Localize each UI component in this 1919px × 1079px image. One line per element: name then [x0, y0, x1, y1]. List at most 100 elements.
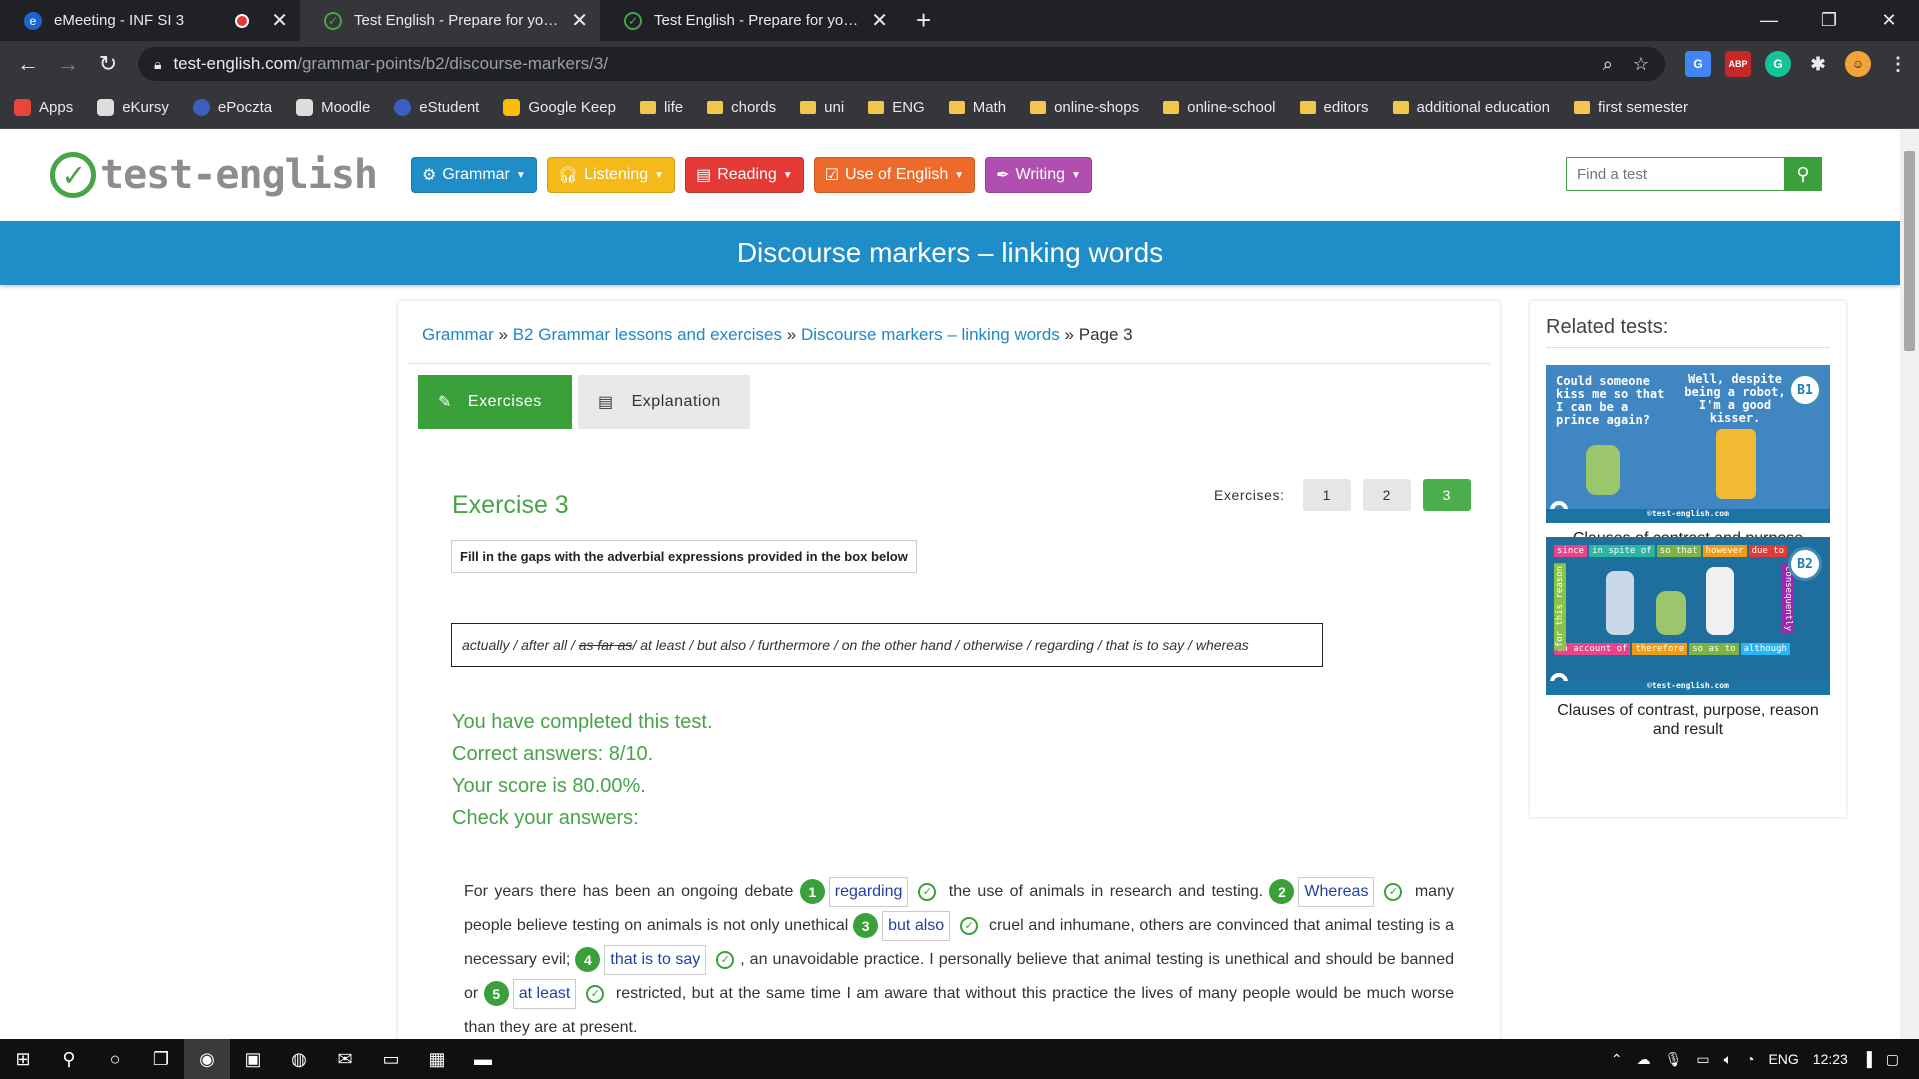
zoom-icon[interactable]: ⌕: [1603, 54, 1613, 75]
answer-field[interactable]: that is to say: [604, 945, 707, 975]
bookmark-estudent[interactable]: eStudent: [394, 99, 479, 116]
zoom-app-icon[interactable]: ▣: [230, 1039, 276, 1079]
related-test-card[interactable]: since in spite of so that however due to…: [1546, 537, 1830, 739]
used-word: as far as: [578, 637, 633, 653]
exercise-page-3[interactable]: 3: [1422, 479, 1471, 511]
bookmark-folder-chords[interactable]: chords: [707, 99, 776, 116]
breadcrumb-link-b2[interactable]: B2 Grammar lessons and exercises: [513, 325, 782, 344]
battery-icon[interactable]: ▭: [1696, 1051, 1709, 1068]
bookmark-epoczta[interactable]: ePoczta: [192, 99, 272, 116]
page-scrollbar[interactable]: [1900, 129, 1919, 1046]
main-menu: ⚙ Grammar ▼ 🎧︎ Listening ▼ ▤ Reading ▼ ☑ Use of…: [410, 157, 1092, 193]
emeeting-favicon-icon: e: [24, 11, 42, 30]
file-explorer-icon[interactable]: ▬: [460, 1039, 506, 1079]
site-logo[interactable]: ✓ test-english: [50, 152, 378, 198]
folder-icon: [868, 101, 885, 114]
chevron-up-icon[interactable]: ⌃: [1611, 1051, 1623, 1068]
related-test-thumbnail[interactable]: since in spite of so that however due to…: [1546, 537, 1830, 695]
reload-icon[interactable]: ↻: [88, 51, 128, 77]
bookmark-folder-uni[interactable]: uni: [800, 99, 844, 116]
answer-field[interactable]: regarding: [828, 877, 909, 907]
more-menu-icon[interactable]: ⋮: [1885, 51, 1911, 77]
system-tray: ⌃ ☁ 🎙︎ ▭ 🔈︎ ◔ ENG 12:23 ▐ ▢: [1611, 1051, 1919, 1068]
browser-tab-emeeting[interactable]: e eMeeting - INF SI 3 ✕: [0, 0, 300, 41]
tab-exercises[interactable]: ✎ Exercises: [418, 375, 572, 429]
bookmark-apps[interactable]: Apps: [14, 99, 73, 116]
close-tab-icon[interactable]: ✕: [271, 8, 288, 33]
search-button[interactable]: ⚲: [1784, 157, 1822, 191]
forward-icon[interactable]: →: [48, 51, 88, 77]
bookmark-moodle[interactable]: Moodle: [296, 99, 370, 116]
windows-start-icon[interactable]: ⊞: [0, 1039, 46, 1079]
answer-field[interactable]: at least: [512, 979, 577, 1009]
mail-icon[interactable]: ✉: [322, 1039, 368, 1079]
browser-tab-test-english[interactable]: ✓ Test English - Prepare for your Englis…: [600, 0, 900, 41]
menu-writing-button[interactable]: ✒ Writing ▼: [985, 157, 1092, 193]
menu-grammar-button[interactable]: ⚙ Grammar ▼: [410, 157, 537, 193]
exercise-page-2[interactable]: 2: [1362, 479, 1411, 511]
breadcrumb-link-grammar[interactable]: Grammar: [422, 325, 494, 344]
bookmark-folder-additional-education[interactable]: additional education: [1392, 99, 1550, 116]
exercise-passage: For years there has been an ongoing deba…: [464, 875, 1454, 1045]
bookmark-ekursy[interactable]: eKursy: [97, 99, 169, 116]
translate-icon[interactable]: G: [1685, 51, 1711, 77]
volume-icon[interactable]: 🔈︎: [1724, 1051, 1732, 1068]
bookmark-star-icon[interactable]: ☆: [1633, 54, 1649, 75]
chrome-icon[interactable]: ◉: [184, 1039, 230, 1079]
new-tab-button[interactable]: +: [900, 0, 947, 41]
bookmark-folder-life[interactable]: life: [639, 99, 683, 116]
site-icon: [192, 99, 210, 116]
search-icon[interactable]: ⚲: [46, 1039, 92, 1079]
cortana-icon[interactable]: ○: [92, 1039, 138, 1079]
notifications-icon[interactable]: ▢: [1886, 1051, 1899, 1068]
breadcrumb-link-discourse-markers[interactable]: Discourse markers – linking words: [801, 325, 1060, 344]
related-test-card[interactable]: Could someone kiss me so that I can be a…: [1546, 365, 1830, 548]
clock[interactable]: 12:23: [1813, 1051, 1848, 1067]
bookmark-folder-online-shops[interactable]: online-shops: [1030, 99, 1139, 116]
language-indicator[interactable]: ENG: [1768, 1051, 1798, 1067]
window-app-icon[interactable]: ▭: [368, 1039, 414, 1079]
restore-icon[interactable]: ❐: [1799, 0, 1859, 41]
bookmark-folder-eng[interactable]: ENG: [868, 99, 925, 116]
exercise-page-1[interactable]: 1: [1302, 479, 1351, 511]
bookmark-folder-editors[interactable]: editors: [1299, 99, 1369, 116]
microphone-icon[interactable]: 🎙︎: [1665, 1051, 1683, 1068]
answer-field[interactable]: Whereas: [1298, 877, 1375, 907]
lock-icon[interactable]: 🔒︎: [154, 56, 161, 73]
address-bar[interactable]: 🔒︎ test-english.com/grammar-points/b2/di…: [138, 47, 1665, 81]
wifi-icon[interactable]: ◔: [1746, 1051, 1754, 1067]
back-icon[interactable]: ←: [8, 51, 48, 77]
bookmark-folder-online-school[interactable]: online-school: [1163, 99, 1276, 116]
gap-number: 3: [853, 913, 879, 939]
answer-field[interactable]: but also: [882, 911, 951, 941]
bookmark-folder-math[interactable]: Math: [948, 99, 1006, 116]
adblock-icon[interactable]: ABP: [1725, 51, 1751, 77]
related-test-thumbnail[interactable]: Could someone kiss me so that I can be a…: [1546, 365, 1830, 523]
search-input[interactable]: [1566, 157, 1784, 191]
discord-icon[interactable]: ◍: [276, 1039, 322, 1079]
site-icon: [394, 99, 412, 116]
minimize-icon[interactable]: —: [1739, 0, 1799, 41]
level-badge: B2: [1788, 547, 1822, 581]
calculator-icon[interactable]: ▦: [414, 1039, 460, 1079]
menu-reading-button[interactable]: ▤ Reading ▼: [685, 157, 804, 193]
exercise-pagination: Exercises: 1 2 3: [1214, 479, 1471, 511]
profile-avatar[interactable]: ☺: [1845, 51, 1871, 77]
menu-use-of-english-button[interactable]: ☑ Use of English ▼: [813, 157, 976, 193]
menu-listening-button[interactable]: 🎧︎ Listening ▼: [546, 157, 676, 193]
task-view-icon[interactable]: ❐: [138, 1039, 184, 1079]
scrollbar-thumb[interactable]: [1904, 151, 1915, 351]
close-tab-icon[interactable]: ✕: [871, 8, 888, 33]
tab-title: Test English - Prepare for your English: [654, 12, 863, 29]
bookmark-google-keep[interactable]: Google Keep: [503, 99, 616, 116]
tab-explanation[interactable]: ▤ Explanation: [578, 375, 750, 429]
close-tab-icon[interactable]: ✕: [571, 8, 588, 33]
bookmark-folder-first-semester[interactable]: first semester: [1574, 99, 1688, 116]
related-test-title[interactable]: Clauses of contrast, purpose, reason and…: [1546, 701, 1830, 739]
close-window-icon[interactable]: ✕: [1859, 0, 1919, 41]
browser-tab-test-english-active[interactable]: ✓ Test English - Prepare for your Englis…: [300, 0, 600, 41]
puzzle-icon[interactable]: ✱: [1805, 51, 1831, 77]
onedrive-icon[interactable]: ☁: [1637, 1051, 1651, 1068]
meet-now-icon[interactable]: ▐: [1862, 1051, 1872, 1067]
grammarly-icon[interactable]: G: [1765, 51, 1791, 77]
